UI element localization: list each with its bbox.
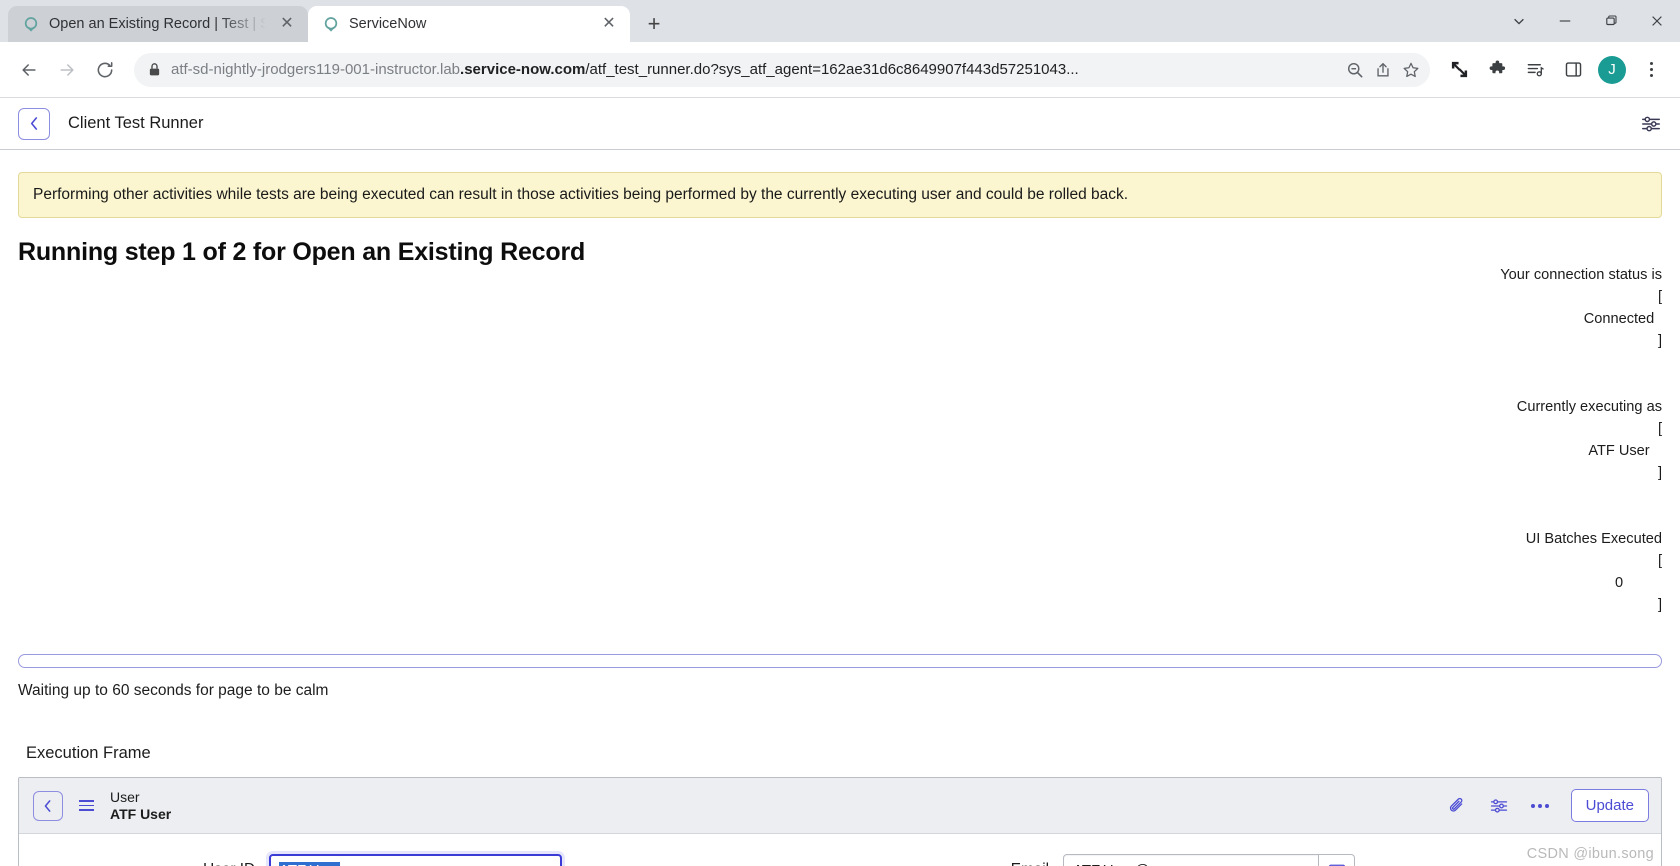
browser-tab-2-title: ServiceNow (349, 16, 427, 32)
test-runner-page: Performing other activities while tests … (0, 150, 1680, 866)
reload-button[interactable] (88, 53, 122, 87)
execution-frame: User ATF User Update (18, 777, 1662, 866)
address-bar[interactable]: atf-sd-nightly-jrodgers119-001-instructo… (134, 52, 1430, 87)
browser-tab-2[interactable]: ServiceNow ✕ (308, 6, 630, 42)
update-button[interactable]: Update (1570, 789, 1649, 822)
email-input-value: ATF.User@now.com (1073, 862, 1209, 866)
url-path: /atf_test_runner.do?sys_atf_agent=162ae3… (585, 61, 1079, 78)
browser-tab-1-close-icon[interactable]: ✕ (276, 13, 298, 35)
record-form-body: User ID ATF.User First name ATF (19, 834, 1661, 866)
status-label-executing-as: Currently executing as (1516, 399, 1662, 415)
url-host-dim: atf-sd-nightly-jrodgers119-001-instructo… (171, 61, 461, 78)
run-status-row: Running step 1 of 2 for Open an Existing… (18, 238, 1662, 638)
browser-tab-1-title: Open an Existing Record | Test | S (49, 16, 266, 32)
back-button[interactable] (12, 53, 46, 87)
sliders-icon[interactable] (1489, 796, 1509, 816)
new-tab-button[interactable]: + (638, 8, 670, 40)
form-column-right: Email ATF.User@now.com (827, 854, 1635, 866)
app-back-button[interactable] (18, 107, 50, 140)
running-step-title: Running step 1 of 2 for Open an Existing… (18, 238, 586, 266)
servicenow-icon (322, 16, 339, 33)
progress-bar (18, 654, 1662, 668)
status-label-connection: Your connection status is (1500, 267, 1662, 283)
connection-status-block: Your connection status is [ Connected ] … (1460, 238, 1662, 638)
hamburger-icon[interactable] (77, 800, 96, 811)
browser-window: Open an Existing Record | Test | S ✕ Ser… (0, 0, 1680, 866)
paperclip-icon[interactable] (1448, 796, 1467, 815)
execution-frame-label: Execution Frame (26, 744, 151, 762)
bracket-open: [ (1657, 421, 1662, 437)
window-controls (1496, 0, 1680, 42)
side-panel-icon[interactable] (1556, 53, 1590, 87)
fullscreen-icon[interactable] (1442, 53, 1476, 87)
field-row-email: Email ATF.User@now.com (867, 854, 1609, 866)
page-title: Client Test Runner (68, 114, 204, 132)
user-id-input-value: ATF.User (279, 861, 341, 866)
watermark: CSDN @ibun.song (1526, 846, 1654, 862)
status-row-connection: Your connection status is [ Connected ] (1460, 242, 1662, 374)
profile-avatar[interactable]: J (1598, 55, 1626, 84)
wait-status-text: Waiting up to 60 seconds for page to be … (18, 682, 329, 699)
more-horizontal-icon[interactable] (1530, 803, 1549, 808)
status-row-ui-batches: UI Batches Executed [ 0 ] (1460, 506, 1662, 638)
record-table-label: User (110, 788, 140, 805)
app-settings-button[interactable] (1640, 113, 1662, 135)
window-minimize-button[interactable] (1542, 0, 1588, 42)
app-header: Client Test Runner (0, 98, 1680, 150)
record-title-block: User ATF User (110, 789, 171, 823)
servicenow-icon (22, 16, 39, 33)
browser-tab-2-close-icon[interactable]: ✕ (598, 13, 620, 35)
forward-button[interactable] (50, 53, 84, 87)
url-text: atf-sd-nightly-jrodgers119-001-instructo… (171, 61, 1336, 78)
user-id-input[interactable]: ATF.User (269, 854, 562, 866)
status-label-ui-batches: UI Batches Executed (1525, 531, 1662, 547)
field-label-user-id: User ID (37, 861, 269, 866)
url-host-strong: .service-now.com (460, 61, 586, 78)
form-column-left: User ID ATF.User First name ATF (19, 854, 827, 866)
field-label-email: Email (867, 861, 1063, 866)
extensions-puzzle-icon[interactable] (1480, 53, 1514, 87)
browser-tab-strip: Open an Existing Record | Test | S ✕ Ser… (0, 0, 1680, 42)
record-back-button[interactable] (33, 790, 63, 821)
envelope-icon[interactable] (1319, 854, 1355, 866)
bracket-open: [ (1657, 553, 1662, 569)
record-name-label: ATF User (110, 805, 172, 822)
record-form-header: User ATF User Update (19, 778, 1661, 834)
bracket-close: ] (1657, 597, 1662, 613)
window-maximize-button[interactable] (1588, 0, 1634, 42)
browser-toolbar: atf-sd-nightly-jrodgers119-001-instructo… (0, 42, 1680, 98)
lock-icon (148, 62, 161, 77)
share-icon[interactable] (1374, 61, 1392, 79)
zoom-out-icon[interactable] (1346, 61, 1364, 79)
bracket-close: ] (1657, 333, 1662, 349)
record-header-actions: Update (1448, 789, 1649, 822)
email-input[interactable]: ATF.User@now.com (1063, 854, 1319, 866)
tab-search-chevron-icon[interactable] (1496, 0, 1542, 42)
browser-tab-1[interactable]: Open an Existing Record | Test | S ✕ (8, 6, 308, 42)
field-row-user-id: User ID ATF.User (37, 854, 827, 866)
status-value-ui-batches: 0 (1614, 575, 1624, 591)
status-row-executing-as: Currently executing as [ ATF User ] (1460, 374, 1662, 506)
bookmark-star-icon[interactable] (1402, 61, 1420, 79)
bracket-close: ] (1657, 465, 1662, 481)
media-list-icon[interactable] (1518, 53, 1552, 87)
window-close-button[interactable] (1634, 0, 1680, 42)
bracket-open: [ (1657, 289, 1662, 305)
status-value-executing-as: ATF User (1588, 443, 1650, 459)
warning-banner: Performing other activities while tests … (18, 172, 1662, 218)
kebab-menu-icon[interactable] (1634, 53, 1668, 87)
status-value-connection: Connected (1583, 311, 1655, 327)
